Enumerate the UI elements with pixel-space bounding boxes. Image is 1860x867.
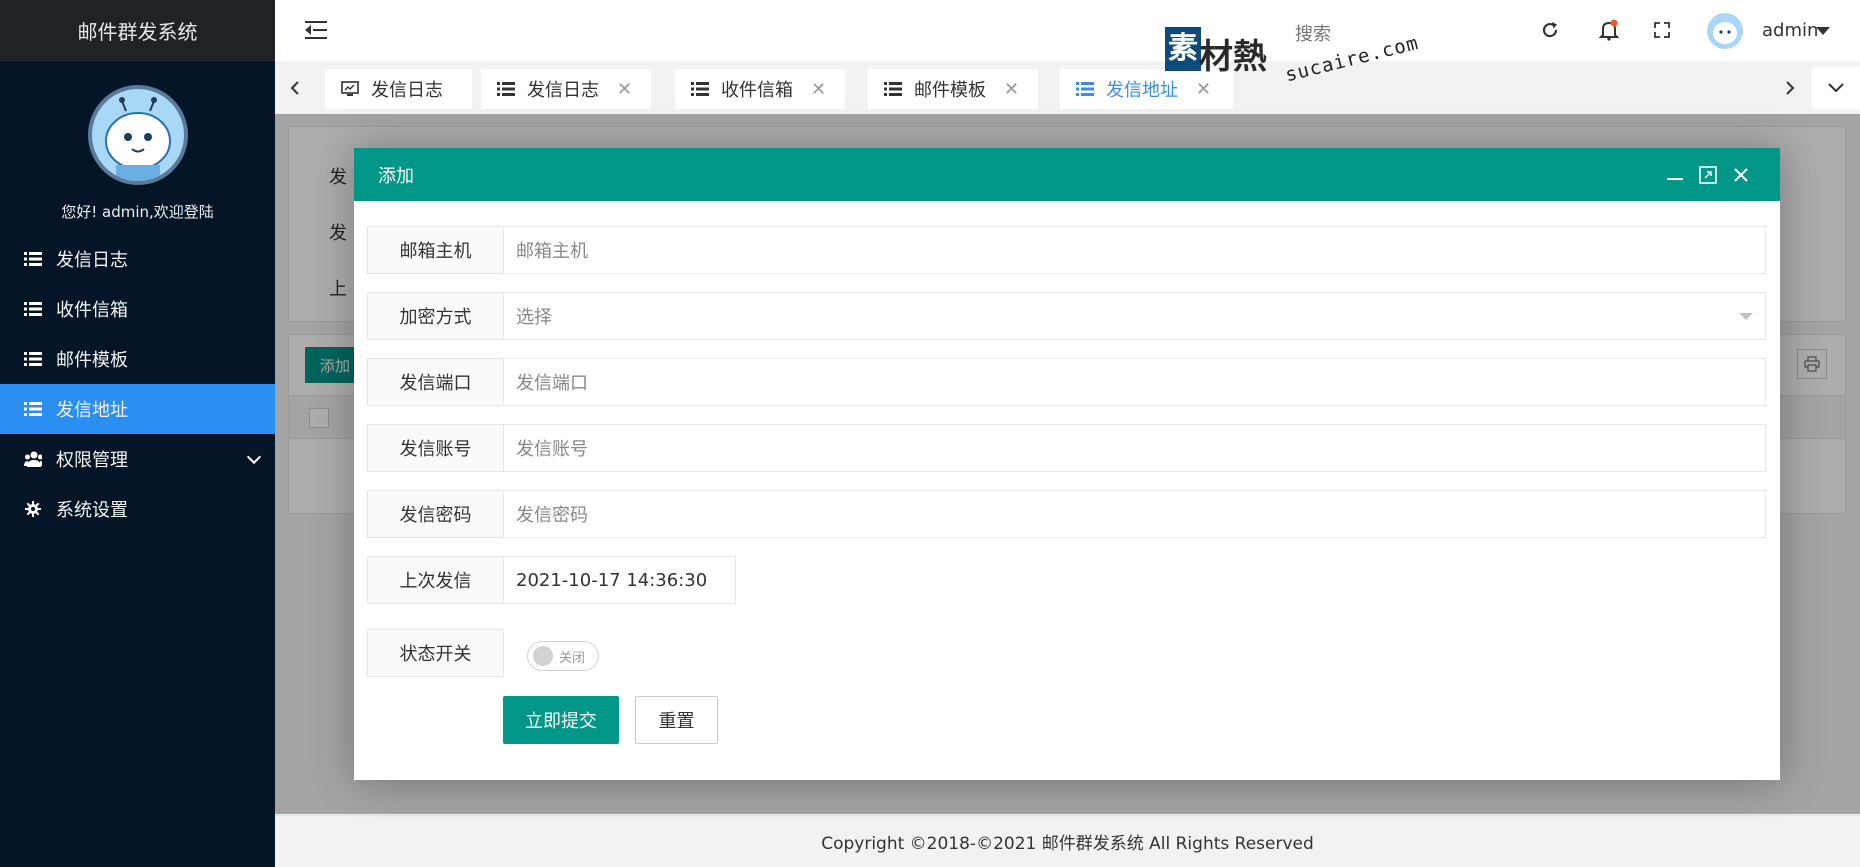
last-sent-datetime-input[interactable]: 2021-10-17 14:36:30 — [504, 556, 736, 604]
sidebar-item-permissions[interactable]: 权限管理 — [0, 434, 275, 484]
reset-button[interactable]: 重置 — [635, 696, 718, 744]
bell-icon[interactable] — [1597, 18, 1621, 42]
field-label: 发信端口 — [367, 358, 504, 406]
sidebar-item-label: 权限管理 — [56, 450, 128, 471]
form-row-account: 发信账号 发信账号 — [367, 424, 1766, 472]
field-label: 邮箱主机 — [367, 226, 504, 274]
field-label: 发信账号 — [367, 424, 504, 472]
list-icon — [24, 251, 42, 267]
form-row-password: 发信密码 发信密码 — [367, 490, 1766, 538]
field-label: 上次发信 — [367, 556, 504, 604]
dialog-header: 添加 — [354, 148, 1780, 201]
sidebar-item-label: 发信地址 — [56, 400, 128, 421]
users-icon — [24, 451, 42, 467]
sidebar-item-sender-address[interactable]: 发信地址 — [0, 384, 275, 434]
fullscreen-icon[interactable] — [1650, 18, 1674, 42]
sidebar-item-inbox[interactable]: 收件信箱 — [0, 284, 275, 334]
top-header: 搜索 admin — [275, 0, 1860, 61]
sidebar-item-label: 系统设置 — [56, 500, 128, 521]
close-icon[interactable]: ✕ — [811, 79, 826, 100]
add-dialog: 添加 邮箱主机 邮箱主机 加密方式 选择 发信端口 发信端口 发信账号 发信账号… — [354, 148, 1780, 780]
sidebar-item-label: 发信日志 — [56, 250, 128, 271]
form-row-host: 邮箱主机 邮箱主机 — [367, 226, 1766, 274]
tab-send-log[interactable]: 发信日志 ✕ — [481, 69, 651, 109]
mail-host-input[interactable]: 邮箱主机 — [504, 226, 1766, 274]
list-icon — [691, 81, 709, 97]
tab-menu-chevron-down-icon[interactable] — [1812, 67, 1860, 109]
user-name[interactable]: admin — [1762, 20, 1818, 41]
sidebar-item-templates[interactable]: 邮件模板 — [0, 334, 275, 384]
tab-templates[interactable]: 邮件模板 ✕ — [868, 69, 1038, 109]
toggle-state-label: 关闭 — [559, 650, 586, 666]
footer: Copyright ©2018-©2021 邮件群发系统 All Rights … — [275, 815, 1860, 867]
tab-sender-address[interactable]: 发信地址 ✕ — [1060, 69, 1233, 109]
list-icon — [24, 301, 42, 317]
sidebar: 邮件群发系统 您好! admin,欢迎登陆 发信日志 收件信箱 邮件模板 发信地… — [0, 0, 275, 867]
field-label: 状态开关 — [367, 629, 504, 677]
avatar — [87, 85, 188, 185]
refresh-icon[interactable] — [1538, 18, 1562, 42]
send-account-input[interactable]: 发信账号 — [504, 424, 1766, 472]
form-row-status: 状态开关 关闭 — [367, 629, 599, 677]
minimize-icon[interactable] — [1664, 164, 1686, 186]
sidebar-item-label: 收件信箱 — [56, 300, 128, 321]
tab-inbox[interactable]: 收件信箱 ✕ — [675, 69, 845, 109]
send-password-input[interactable]: 发信密码 — [504, 490, 1766, 538]
list-icon — [497, 81, 515, 97]
list-icon — [884, 81, 902, 97]
sidebar-item-label: 邮件模板 — [56, 350, 128, 371]
tab-bar: 发信日志 发信日志 ✕ 收件信箱 ✕ 邮件模板 ✕ 发信地址 ✕ — [275, 61, 1860, 114]
menu-toggle-icon[interactable] — [305, 20, 329, 40]
sidebar-item-settings[interactable]: 系统设置 — [0, 484, 275, 534]
tab-home-send-log[interactable]: 发信日志 — [325, 69, 472, 109]
close-icon[interactable] — [1730, 164, 1752, 186]
list-icon — [1076, 81, 1094, 97]
search-input[interactable]: 搜索 — [1295, 20, 1331, 46]
field-label: 发信密码 — [367, 490, 504, 538]
caret-down-icon — [1739, 313, 1753, 320]
send-port-input[interactable]: 发信端口 — [504, 358, 1766, 406]
sidebar-menu: 发信日志 收件信箱 邮件模板 发信地址 权限管理 系统设置 — [0, 234, 275, 534]
monitor-icon — [341, 81, 359, 97]
list-icon — [24, 401, 42, 417]
close-icon[interactable]: ✕ — [1004, 79, 1019, 100]
toggle-knob — [533, 646, 553, 666]
close-icon[interactable]: ✕ — [617, 79, 632, 100]
form-row-last-sent: 上次发信 2021-10-17 14:36:30 — [367, 556, 736, 604]
form-row-encryption: 加密方式 选择 — [367, 292, 1766, 340]
chevron-down-icon — [246, 449, 262, 465]
tab-scroll-left-icon[interactable] — [275, 61, 315, 114]
user-avatar[interactable] — [1707, 13, 1743, 49]
gear-icon — [24, 501, 42, 517]
maximize-icon[interactable] — [1697, 164, 1719, 186]
caret-down-icon[interactable] — [1816, 27, 1830, 35]
field-label: 加密方式 — [367, 292, 504, 340]
welcome-text: 您好! admin,欢迎登陆 — [61, 203, 214, 221]
form-row-port: 发信端口 发信端口 — [367, 358, 1766, 406]
status-toggle[interactable]: 关闭 — [527, 641, 599, 671]
submit-button[interactable]: 立即提交 — [503, 696, 619, 744]
dialog-title: 添加 — [378, 165, 414, 187]
list-icon — [24, 351, 42, 367]
sidebar-item-send-log[interactable]: 发信日志 — [0, 234, 275, 284]
encryption-select[interactable]: 选择 — [504, 292, 1766, 340]
close-icon[interactable]: ✕ — [1196, 79, 1211, 100]
tab-scroll-right-icon[interactable] — [1770, 61, 1810, 114]
app-title: 邮件群发系统 — [0, 0, 275, 61]
